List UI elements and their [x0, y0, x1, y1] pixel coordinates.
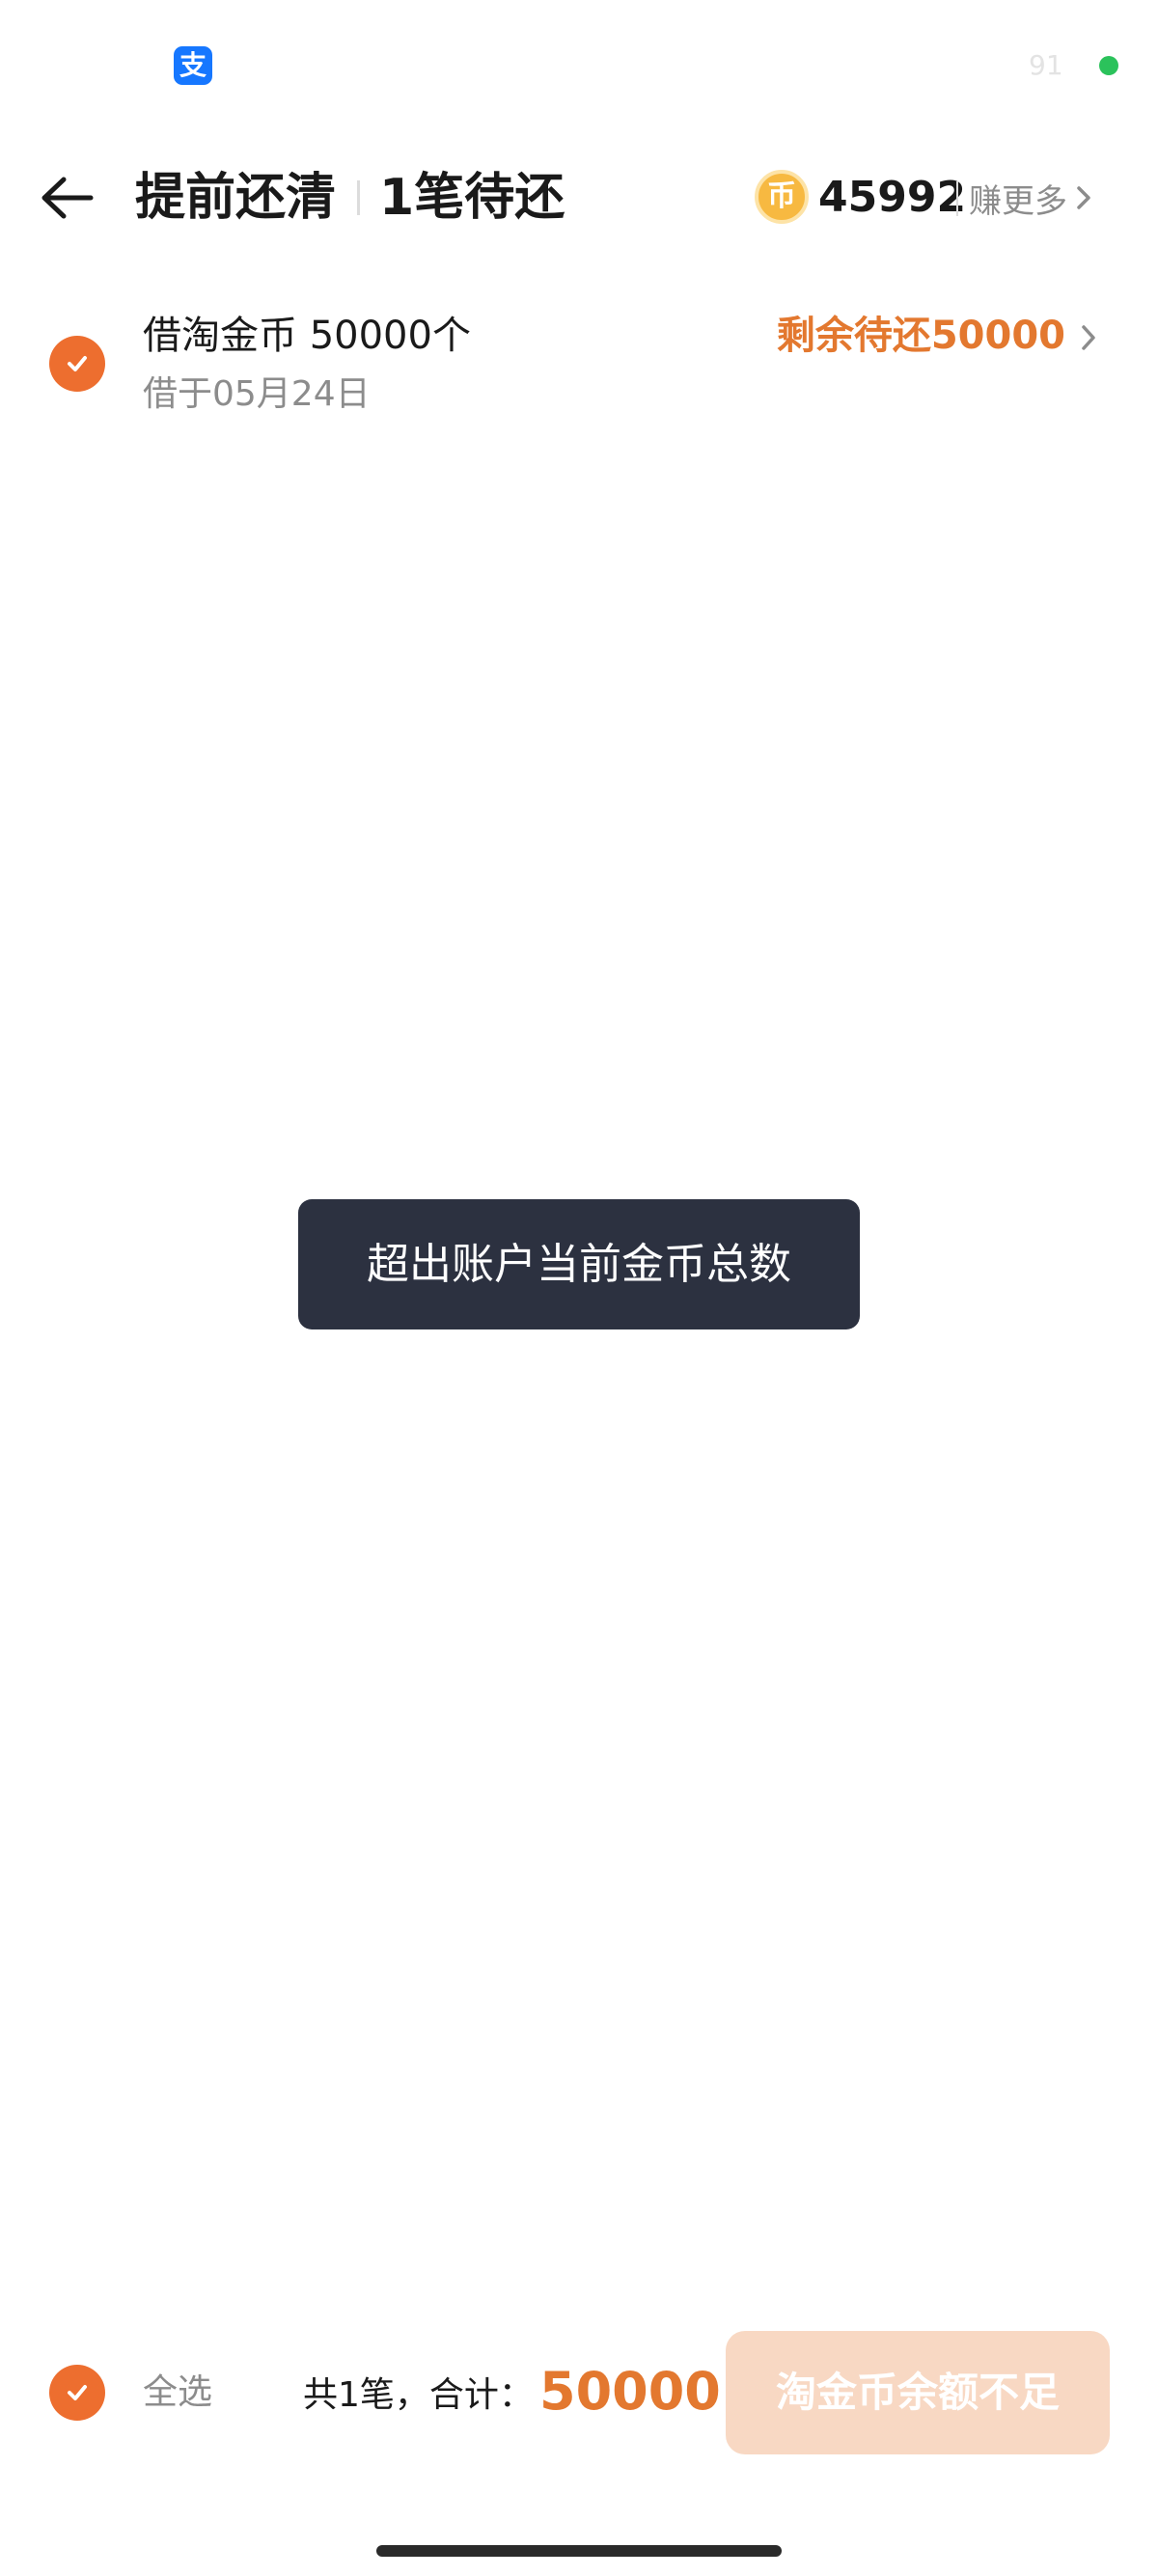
repay-button[interactable]: 淘金币余额不足	[726, 2331, 1110, 2454]
loan-remaining-amount[interactable]: 剩余待还50000	[777, 309, 1065, 363]
back-arrow-icon[interactable]	[37, 174, 95, 222]
toast-message: 超出账户当前金币总数	[298, 1199, 860, 1329]
earn-more-link[interactable]: 赚更多	[969, 164, 1092, 232]
select-all-checkbox[interactable]	[49, 2365, 105, 2421]
header: 提前还清 1笔待还 币 45992 赚更多	[0, 154, 1158, 241]
status-bar: 支 91	[0, 0, 1158, 135]
chevron-right-icon[interactable]	[1079, 322, 1098, 353]
title-group: 提前还清 1笔待还	[135, 164, 565, 232]
coin-icon: 币	[755, 170, 809, 224]
loan-list-item[interactable]: 借淘金币 50000个 借于05月24日 剩余待还50000	[0, 299, 1158, 425]
alipay-app-icon: 支	[174, 46, 212, 85]
loan-checkbox[interactable]	[49, 336, 105, 392]
page-title: 提前还清	[135, 169, 337, 227]
total-amount: 50000	[539, 2361, 721, 2422]
checkmark-icon	[68, 2385, 87, 2400]
status-indicator-dot	[1099, 56, 1118, 75]
title-divider	[357, 180, 361, 215]
home-indicator[interactable]	[376, 2545, 782, 2557]
total-label: 共1笔，合计：	[303, 2375, 534, 2415]
coin-balance: 45992	[818, 173, 967, 222]
repay-page: 支 91 提前还清 1笔待还 币 45992 赚更多 借淘金币 50000个 借…	[0, 0, 1158, 2576]
select-all-label[interactable]: 全选	[143, 2364, 212, 2422]
earn-more-label: 赚更多	[969, 181, 1067, 221]
checkmark-icon	[68, 356, 87, 371]
bottom-action-bar: 全选 共1笔，合计： 50000 淘金币余额不足	[0, 2316, 1158, 2470]
coin-divider	[956, 181, 958, 216]
pending-count: 1笔待还	[379, 169, 565, 227]
chevron-right-icon	[1077, 186, 1090, 209]
status-text: 91	[1029, 49, 1063, 81]
loan-date: 借于05月24日	[143, 374, 371, 414]
loan-name: 借淘金币 50000个	[143, 314, 471, 358]
